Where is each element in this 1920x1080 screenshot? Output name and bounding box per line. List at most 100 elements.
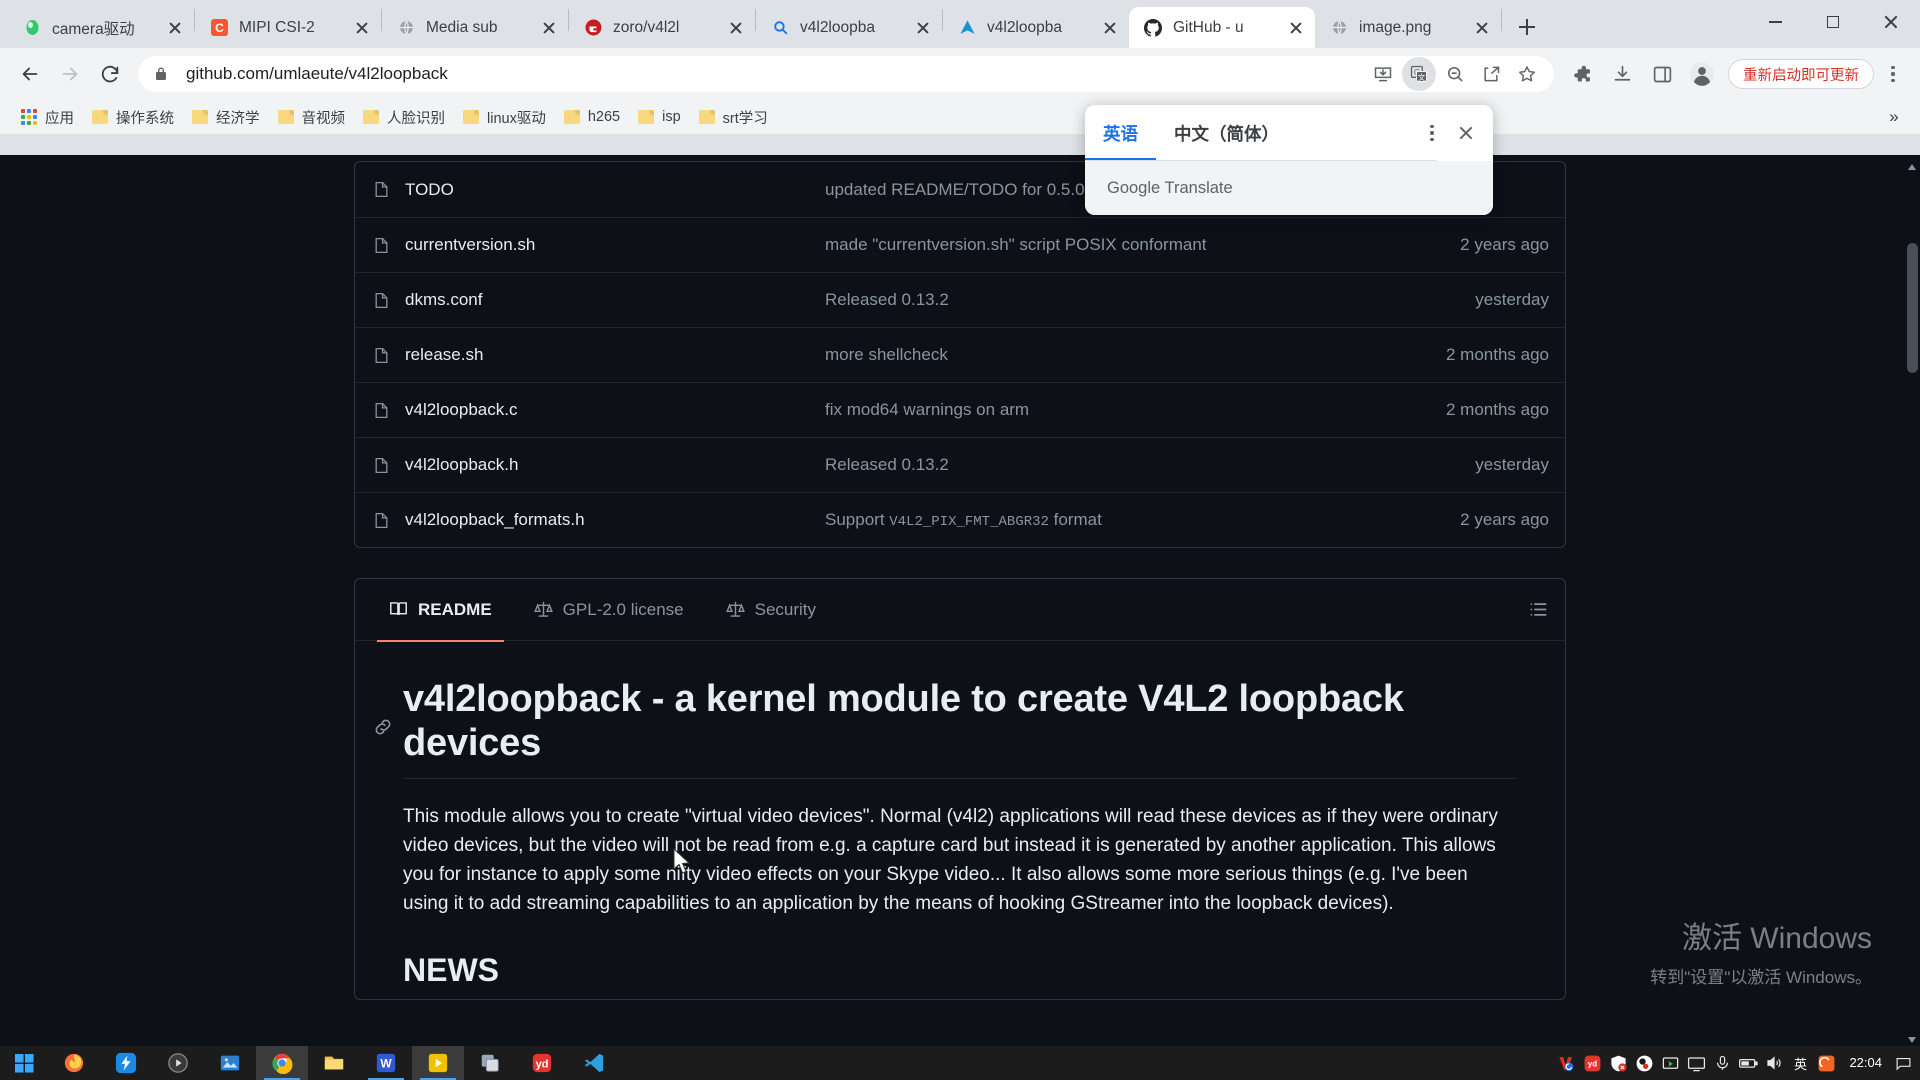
browser-tab[interactable]: C MIPI CSI-2 <box>195 7 381 48</box>
display-icon[interactable] <box>1683 1046 1709 1080</box>
translate-tab-target[interactable]: 中文（简体） <box>1156 105 1297 161</box>
scrollbar-thumb[interactable] <box>1907 243 1918 373</box>
new-tab-button[interactable] <box>1510 10 1544 44</box>
photos-icon[interactable] <box>204 1046 256 1080</box>
browser-tab-active[interactable]: GitHub - u <box>1129 7 1315 48</box>
wps-writer-icon[interactable]: W <box>360 1046 412 1080</box>
browser-tab[interactable]: v4l2loopba <box>756 7 942 48</box>
browser-tab[interactable]: v4l2loopba <box>943 7 1129 48</box>
file-name[interactable]: release.sh <box>405 345 825 365</box>
vscode-icon[interactable] <box>568 1046 620 1080</box>
youdao-dict-icon[interactable]: yd <box>516 1046 568 1080</box>
table-row[interactable]: v4l2loopback.h Released 0.13.2 yesterday <box>355 437 1565 492</box>
update-browser-button[interactable]: 重新启动即可更新 <box>1728 59 1874 89</box>
file-name[interactable]: TODO <box>405 180 825 200</box>
ime-icon[interactable]: 英 <box>1787 1046 1813 1080</box>
share-icon[interactable] <box>1474 57 1508 91</box>
translate-tab-source[interactable]: 英语 <box>1085 105 1156 161</box>
table-row[interactable]: release.sh more shellcheck 2 months ago <box>355 327 1565 382</box>
start-icon[interactable] <box>0 1046 48 1080</box>
commit-message[interactable]: more shellcheck <box>825 345 1446 365</box>
wps-cloud-icon[interactable] <box>1553 1046 1579 1080</box>
chrome-icon[interactable] <box>256 1046 308 1080</box>
close-icon[interactable] <box>1449 116 1483 150</box>
bookmarks-overflow-icon[interactable]: » <box>1880 103 1908 131</box>
minimize-button[interactable] <box>1746 0 1804 44</box>
youdao-tray-icon[interactable]: yd <box>1579 1046 1605 1080</box>
file-name[interactable]: currentversion.sh <box>405 235 825 255</box>
browser-tab[interactable]: Media sub <box>382 7 568 48</box>
close-window-button[interactable] <box>1862 0 1920 44</box>
close-icon[interactable] <box>162 15 188 41</box>
commit-message[interactable]: fix mod64 warnings on arm <box>825 400 1446 420</box>
security-shield-icon[interactable] <box>1605 1046 1631 1080</box>
commit-message[interactable]: Released 0.13.2 <box>825 455 1475 475</box>
thunder-download-icon[interactable] <box>100 1046 152 1080</box>
close-icon[interactable] <box>1469 15 1495 41</box>
browser-tab[interactable]: zoro/v4l2l <box>569 7 755 48</box>
extensions-puzzle-icon[interactable] <box>1564 56 1600 92</box>
profile-avatar-icon[interactable] <box>1684 56 1720 92</box>
translate-icon[interactable]: G文 <box>1402 57 1436 91</box>
browser-tab[interactable]: camera驱动 <box>8 7 194 48</box>
bookmark-item[interactable]: 经济学 <box>183 104 269 130</box>
bookmark-item[interactable]: 人脸识别 <box>354 104 454 130</box>
close-icon[interactable] <box>723 15 749 41</box>
sogou-icon[interactable] <box>1813 1046 1839 1080</box>
table-row[interactable]: currentversion.sh made "currentversion.s… <box>355 217 1565 272</box>
battery-icon[interactable] <box>1735 1046 1761 1080</box>
scroll-down-arrow[interactable] <box>1907 1032 1917 1043</box>
close-icon[interactable] <box>910 15 936 41</box>
firefox-icon[interactable] <box>48 1046 100 1080</box>
close-icon[interactable] <box>1097 15 1123 41</box>
bookmark-item[interactable]: 音视频 <box>269 104 355 130</box>
close-icon[interactable] <box>349 15 375 41</box>
side-panel-icon[interactable] <box>1644 56 1680 92</box>
microphone-icon[interactable] <box>1709 1046 1735 1080</box>
back-button[interactable] <box>10 54 50 94</box>
install-app-icon[interactable] <box>1366 57 1400 91</box>
tab-license[interactable]: GPL-2.0 license <box>522 579 696 641</box>
bookmark-item[interactable]: srt学习 <box>690 104 777 130</box>
table-row[interactable]: v4l2loopback.c fix mod64 warnings on arm… <box>355 382 1565 437</box>
bookmark-star-icon[interactable] <box>1510 57 1544 91</box>
file-name[interactable]: v4l2loopback.h <box>405 455 825 475</box>
maximize-button[interactable] <box>1804 0 1862 44</box>
reload-button[interactable] <box>90 54 130 94</box>
volume-icon[interactable] <box>1761 1046 1787 1080</box>
obs-icon[interactable] <box>1631 1046 1657 1080</box>
file-name[interactable]: v4l2loopback.c <box>405 400 825 420</box>
media-player-icon[interactable] <box>152 1046 204 1080</box>
scroll-up-arrow[interactable] <box>1907 159 1917 170</box>
address-bar[interactable]: github.com/umlaeute/v4l2loopback G文 <box>138 56 1554 92</box>
tab-readme[interactable]: README <box>377 579 504 642</box>
tab-security[interactable]: Security <box>714 579 828 641</box>
chrome-menu-icon[interactable] <box>1876 56 1910 92</box>
page-scrollbar[interactable] <box>1904 155 1920 1046</box>
link-icon[interactable] <box>373 717 393 742</box>
bookmark-item[interactable]: 操作系统 <box>83 104 183 130</box>
bookmark-apps[interactable]: 应用 <box>12 104 83 130</box>
list-unordered-icon[interactable] <box>1521 593 1555 627</box>
more-options-icon[interactable] <box>1415 116 1449 150</box>
file-explorer-icon[interactable] <box>308 1046 360 1080</box>
close-icon[interactable] <box>536 15 562 41</box>
bookmark-item[interactable]: linux驱动 <box>454 104 555 130</box>
commit-message[interactable]: made "currentversion.sh" script POSIX co… <box>825 235 1460 255</box>
file-name[interactable]: v4l2loopback_formats.h <box>405 510 825 530</box>
table-row[interactable]: dkms.conf Released 0.13.2 yesterday <box>355 272 1565 327</box>
file-name[interactable]: dkms.conf <box>405 290 825 310</box>
notification-icon[interactable] <box>1892 1046 1914 1080</box>
close-icon[interactable] <box>1283 15 1309 41</box>
commit-message[interactable]: Support V4L2_PIX_FMT_ABGR32 format <box>825 510 1460 530</box>
virtual-machine-icon[interactable] <box>464 1046 516 1080</box>
downloads-icon[interactable] <box>1604 56 1640 92</box>
taskbar-clock[interactable]: 22:04 <box>1839 1055 1892 1070</box>
commit-message[interactable]: Released 0.13.2 <box>825 290 1475 310</box>
browser-tab[interactable]: image.png <box>1315 7 1501 48</box>
zoom-out-icon[interactable] <box>1438 57 1472 91</box>
screen-cast-icon[interactable] <box>1657 1046 1683 1080</box>
table-row[interactable]: v4l2loopback_formats.h Support V4L2_PIX_… <box>355 492 1565 547</box>
bookmark-item[interactable]: isp <box>629 104 690 130</box>
bookmark-item[interactable]: h265 <box>555 104 629 130</box>
